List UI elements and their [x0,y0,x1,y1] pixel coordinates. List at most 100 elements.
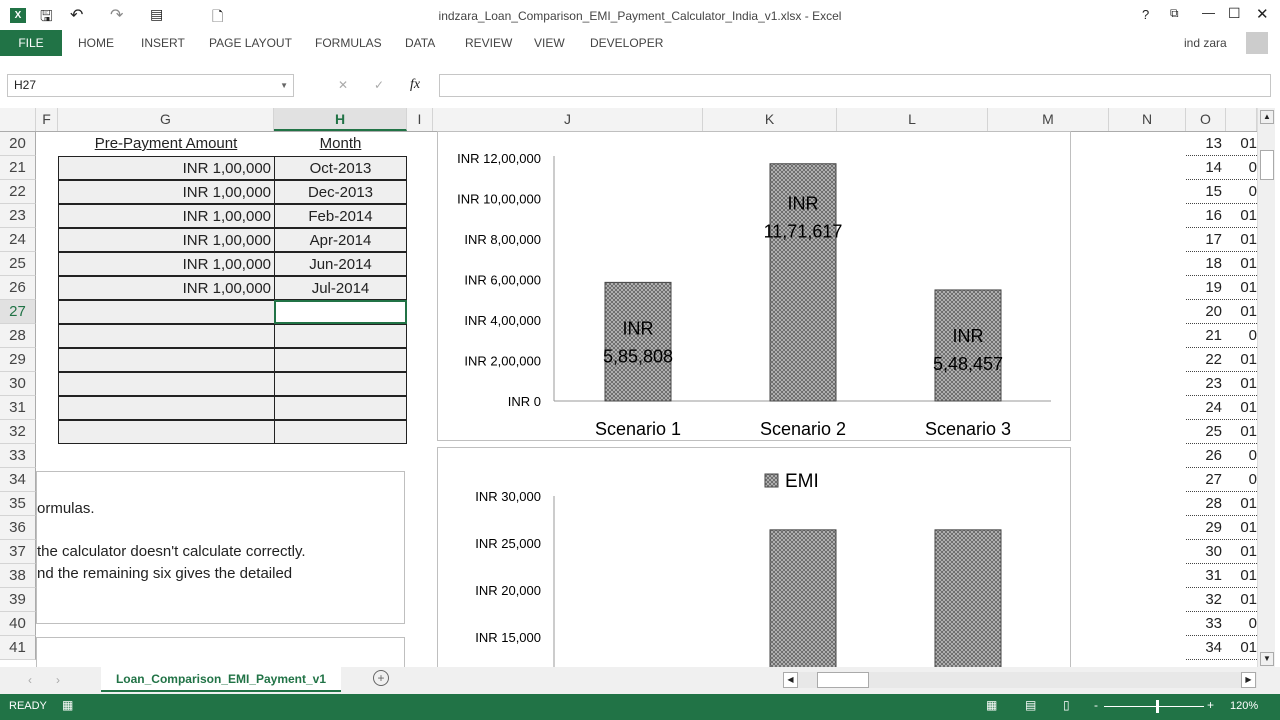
tab-insert[interactable]: INSERT [141,30,185,56]
normal-view-icon[interactable]: ▦ [986,698,997,712]
ribbon-display-icon[interactable]: ⧉ [1170,6,1179,21]
select-all[interactable] [0,108,36,131]
col-header-j[interactable]: J [433,108,703,131]
table-row[interactable]: 27 0 [1186,468,1257,492]
scroll-right-icon[interactable]: ▶ [1241,672,1256,688]
prev-sheet-icon[interactable]: ‹ [28,673,32,687]
amount-cell[interactable]: INR 1,00,000 [58,228,275,252]
scroll-up-icon[interactable]: ▲ [1260,110,1274,124]
amount-cell[interactable] [58,372,275,396]
total-interest-chart[interactable]: INR 0 INR 2,00,000 INR 4,00,000 INR 6,00,00… [437,131,1071,441]
next-sheet-icon[interactable]: › [56,673,60,687]
month-cell[interactable] [274,420,407,444]
page-layout-view-icon[interactable]: ▤ [1025,698,1036,712]
month-cell[interactable] [274,348,407,372]
amount-cell[interactable]: INR 1,00,000 [58,204,275,228]
row-header[interactable]: 20 [0,132,36,156]
amount-cell[interactable] [58,300,275,324]
month-cell[interactable]: Jun-2014 [274,252,407,276]
h-scroll-thumb[interactable] [817,672,869,688]
col-header-o[interactable]: O [1186,108,1226,131]
col-header-i[interactable]: I [407,108,433,131]
table-row[interactable]: 18 01 [1186,252,1257,276]
scroll-down-icon[interactable]: ▼ [1260,652,1274,666]
tab-developer[interactable]: DEVELOPER [590,30,663,56]
add-sheet-icon[interactable]: + [373,670,389,686]
col-header-m[interactable]: M [988,108,1109,131]
amount-cell[interactable] [58,324,275,348]
col-header-n[interactable]: N [1109,108,1186,131]
row-header[interactable]: 35 [0,492,36,516]
row-header[interactable]: 41 [0,636,36,660]
tab-view[interactable]: VIEW [534,30,565,56]
insert-function-icon[interactable]: fx [410,77,420,93]
help-icon[interactable]: ? [1142,7,1149,22]
cancel-icon[interactable]: ✕ [338,78,348,92]
table-row[interactable]: 29 01 [1186,516,1257,540]
amount-cell[interactable] [58,348,275,372]
table-row[interactable]: 26 0 [1186,444,1257,468]
amount-cell[interactable] [58,420,275,444]
month-cell[interactable] [274,396,407,420]
row-header[interactable]: 33 [0,444,36,468]
user-name[interactable]: ind zara [1184,30,1227,56]
row-header[interactable]: 25 [0,252,36,276]
row-header[interactable]: 32 [0,420,36,444]
row-header[interactable]: 38 [0,564,36,588]
col-header-f[interactable]: F [36,108,58,131]
zoom-out-icon[interactable]: - [1094,698,1098,712]
table-row[interactable]: 22 01 [1186,348,1257,372]
page-break-view-icon[interactable]: ▯ [1063,698,1070,712]
table-row[interactable]: 19 01 [1186,276,1257,300]
formula-input[interactable] [439,74,1271,97]
scroll-left-icon[interactable]: ◀ [783,672,798,688]
table-row[interactable]: 30 01 [1186,540,1257,564]
emi-chart[interactable]: INR 15,000 INR 20,000 INR 25,000 INR 30,000… [437,447,1071,667]
amount-cell[interactable]: INR 1,00,000 [58,276,275,300]
month-cell[interactable] [274,300,407,324]
table-row[interactable]: 32 01 [1186,588,1257,612]
row-header[interactable]: 40 [0,612,36,636]
col-header-l[interactable]: L [837,108,988,131]
sheet-tab-active[interactable]: Loan_Comparison_EMI_Payment_v1 [101,667,341,692]
table-row[interactable]: 14 0 [1186,156,1257,180]
tab-review[interactable]: REVIEW [465,30,512,56]
month-cell[interactable] [274,372,407,396]
row-header[interactable]: 22 [0,180,36,204]
vertical-scrollbar[interactable]: ▲ ▼ [1257,108,1275,668]
tab-page-layout[interactable]: PAGE LAYOUT [209,30,292,56]
notes-textbox[interactable]: ormulas. the calculator doesn't calculat… [36,471,405,624]
row-header[interactable]: 23 [0,204,36,228]
row-header[interactable]: 30 [0,372,36,396]
month-cell[interactable]: Dec-2013 [274,180,407,204]
table-row[interactable]: 25 01 [1186,420,1257,444]
enter-icon[interactable]: ✓ [374,78,384,92]
table-row[interactable]: 24 01 [1186,396,1257,420]
row-header[interactable]: 28 [0,324,36,348]
row-header[interactable]: 31 [0,396,36,420]
col-header-g[interactable]: G [58,108,274,131]
col-header-k[interactable]: K [703,108,837,131]
tab-file[interactable]: FILE [0,30,62,56]
scroll-thumb[interactable] [1260,150,1274,180]
row-header[interactable]: 24 [0,228,36,252]
month-cell[interactable] [274,324,407,348]
maximize-icon[interactable]: ☐ [1228,5,1241,22]
month-cell[interactable]: Feb-2014 [274,204,407,228]
amount-cell[interactable]: INR 1,00,000 [58,180,275,204]
row-header[interactable]: 21 [0,156,36,180]
table-row[interactable]: 17 01 [1186,228,1257,252]
row-header[interactable]: 36 [0,516,36,540]
close-icon[interactable]: ✕ [1256,5,1269,23]
table-row[interactable]: 13 01 [1186,132,1257,156]
table-row[interactable]: 21 0 [1186,324,1257,348]
month-cell[interactable]: Oct-2013 [274,156,407,180]
row-header[interactable]: 39 [0,588,36,612]
tab-data[interactable]: DATA [405,30,435,56]
tab-formulas[interactable]: FORMULAS [315,30,382,56]
row-header[interactable]: 37 [0,540,36,564]
row-header[interactable]: 34 [0,468,36,492]
col-header-h[interactable]: H [274,108,407,131]
zoom-in-icon[interactable]: + [1207,698,1214,712]
table-row[interactable]: 20 01 [1186,300,1257,324]
